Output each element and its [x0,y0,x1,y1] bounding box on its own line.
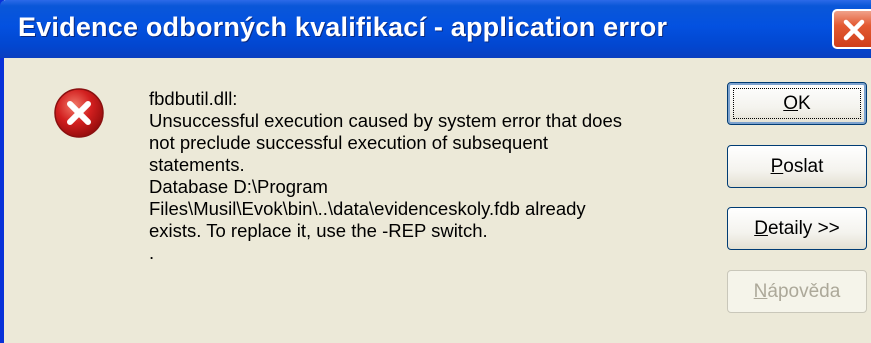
message-line: Unsuccessful execution caused by system … [149,110,623,131]
send-button[interactable]: Poslat [727,145,867,188]
title-bar[interactable]: Evidence odborných kvalifikací - applica… [0,0,871,58]
message-line: Database D:\Program [149,176,328,197]
close-button[interactable] [832,9,871,49]
ok-button-label: OK [783,93,811,114]
details-button-label: Detaily >> [754,218,840,239]
message-line: statements. [149,154,245,175]
details-button[interactable]: Detaily >> [727,207,867,250]
message-line: fbdbutil.dll: [149,88,238,109]
message-line: Files\Musil\Evok\bin\..\data\evidencesko… [149,198,586,219]
ok-button[interactable]: OK [727,82,867,125]
send-button-label: Poslat [770,156,824,177]
error-icon [53,87,105,144]
message-line: not preclude successful execution of sub… [149,132,549,153]
window-title: Evidence odborných kvalifikací - applica… [18,12,668,42]
help-button[interactable]: Nápověda [727,270,867,313]
error-message: fbdbutil.dll: Unsuccessful execution cau… [149,88,709,264]
message-line: . [149,242,155,263]
close-icon [843,19,865,41]
help-button-label: Nápověda [753,281,841,302]
message-line: exists. To replace it, use the -REP swit… [149,220,488,241]
error-dialog-window: Evidence odborných kvalifikací - applica… [0,0,871,343]
